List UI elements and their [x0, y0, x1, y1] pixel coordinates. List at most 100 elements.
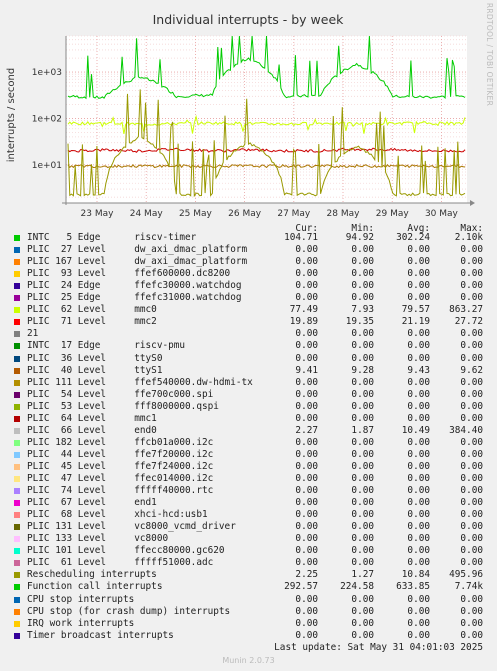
- legend-row: PLIC 61 Level fffff51000.adc 0.00 0.00 0.00…: [0, 557, 497, 569]
- value-min: 0.00: [351, 436, 374, 448]
- value-min: 224.58: [340, 581, 374, 593]
- legend-label: PLIC 93 Level ffef600000.dc8200: [27, 268, 231, 280]
- value-min: 0.00: [351, 460, 374, 472]
- legend-swatch: [14, 295, 20, 302]
- y-axis-label: interrupts / second: [6, 68, 17, 162]
- legend-label: PLIC 61 Level fffff51000.adc: [27, 557, 214, 569]
- value-max: 0.00: [460, 485, 483, 497]
- value-avg: 0.00: [407, 533, 430, 545]
- legend-label: PLIC 67 Level end1: [27, 497, 157, 509]
- legend-row: PLIC 64 Level mmc1 0.00 0.00 0.00 0.00: [0, 413, 497, 425]
- legend-label: PLIC 25 Edge ffefc31000.watchdog: [27, 292, 242, 304]
- value-min: 0.00: [351, 400, 374, 412]
- legend-row: 21 0.00 0.00 0.00 0.00: [0, 328, 497, 340]
- value-cur: 0.00: [295, 545, 318, 557]
- value-avg: 0.00: [407, 448, 430, 460]
- value-max: 9.62: [460, 364, 483, 376]
- value-cur: 0.00: [295, 376, 318, 388]
- value-cur: 0.00: [295, 412, 318, 424]
- value-cur: 0.00: [295, 605, 318, 617]
- value-max: 0.00: [460, 352, 483, 364]
- legend-label: Rescheduling interrupts: [27, 569, 157, 581]
- legend-row: Timer broadcast interrupts 0.00 0.00 0.00 0.…: [0, 630, 497, 642]
- legend-row: PLIC 167 Level dw_axi_dmac_platform 0.00 0…: [0, 256, 497, 268]
- value-cur: 104.71: [284, 232, 318, 243]
- value-max: 0.00: [460, 629, 483, 641]
- value-max: 0.00: [460, 460, 483, 472]
- value-avg: 0.00: [407, 509, 430, 521]
- legend-label: PLIC 167 Level dw_axi_dmac_platform: [27, 256, 248, 268]
- value-min: 0.00: [351, 629, 374, 641]
- value-avg: 0.00: [407, 460, 430, 472]
- value-cur: 0.00: [295, 448, 318, 460]
- legend-swatch: [14, 548, 20, 555]
- legend-row: PLIC 27 Level dw_axi_dmac_platform 0.00 0.…: [0, 244, 497, 256]
- legend-row: PLIC 101 Level ffecc80000.gc620 0.00 0.00 0…: [0, 545, 497, 557]
- value-max: 863.27: [449, 304, 483, 316]
- legend-row: INTC 17 Edge riscv-pmu 0.00 0.00 0.00 0.00: [0, 340, 497, 352]
- legend-label: PLIC 62 Level mmc0: [27, 304, 157, 316]
- value-avg: 0.00: [407, 557, 430, 569]
- value-cur: 0.00: [295, 533, 318, 545]
- legend-row: PLIC 40 Level ttyS1 9.41 9.28 9.43 9.62: [0, 365, 497, 377]
- value-max: 0.00: [460, 340, 483, 352]
- legend-swatch: [14, 283, 20, 290]
- value-max: 0.00: [460, 509, 483, 521]
- legend-row: INTC 5 Edge riscv-timer 104.71 94.92 302.24…: [0, 232, 497, 244]
- legend-row: PLIC 44 Level ffe7f20000.i2c 0.00 0.00 0.00…: [0, 449, 497, 461]
- value-avg: 0.00: [407, 328, 430, 340]
- munin-version: Munin 2.0.73: [222, 656, 275, 665]
- value-min: 19.35: [345, 316, 374, 328]
- value-cur: 0.00: [295, 509, 318, 521]
- value-max: 0.00: [460, 557, 483, 569]
- value-max: 0.00: [460, 400, 483, 412]
- legend-swatch: [14, 331, 20, 338]
- value-avg: 10.84: [401, 569, 430, 581]
- value-max: 0.00: [460, 412, 483, 424]
- value-avg: 0.00: [407, 473, 430, 484]
- value-avg: 21.19: [401, 316, 430, 328]
- legend-swatch: [14, 415, 20, 422]
- legend-label: PLIC 24 Edge ffefc30000.watchdog: [27, 280, 242, 292]
- rrdtool-credit: RRDTOOL / TOBI OETIKER: [484, 2, 494, 107]
- legend-label: PLIC 66 Level end0: [27, 424, 157, 436]
- legend-row: CPU stop interrupts 0.00 0.00 0.00 0.00: [0, 594, 497, 606]
- legend-swatch: [14, 235, 20, 241]
- value-avg: 0.00: [407, 497, 430, 509]
- value-avg: 0.00: [407, 617, 430, 629]
- value-max: 0.00: [460, 268, 483, 280]
- value-cur: 0.00: [295, 473, 318, 484]
- legend-row: PLIC 54 Level ffe700c000.spi 0.00 0.00 0.00…: [0, 389, 497, 401]
- value-avg: 0.00: [407, 352, 430, 364]
- value-max: 0.00: [460, 280, 483, 292]
- value-min: 0.00: [351, 292, 374, 304]
- value-avg: 0.00: [407, 376, 430, 388]
- value-max: 0.00: [460, 521, 483, 533]
- y-tick-label: 1e+03: [32, 68, 62, 78]
- legend-label: PLIC 68 Level xhci-hcd:usb1: [27, 509, 208, 521]
- legend-label: PLIC 45 Level ffe7f24000.i2c: [27, 460, 214, 472]
- x-tick-label: 28 May: [327, 209, 361, 219]
- legend-swatch: [14, 572, 20, 579]
- value-avg: 0.00: [407, 244, 430, 256]
- legend-label: Timer broadcast interrupts: [27, 629, 174, 641]
- value-min: 0.00: [351, 352, 374, 364]
- value-min: 0.00: [351, 448, 374, 460]
- legend-row: PLIC 71 Level mmc2 19.89 19.35 21.19 27.72: [0, 316, 497, 328]
- legend-swatch: [14, 259, 20, 266]
- value-min: 9.28: [351, 364, 374, 376]
- value-max: 0.00: [460, 617, 483, 629]
- legend-row: IRQ work interrupts 0.00 0.00 0.00 0.00: [0, 618, 497, 630]
- value-avg: 0.00: [407, 629, 430, 641]
- legend-label: INTC 5 Edge riscv-timer: [27, 232, 197, 243]
- value-min: 0.00: [351, 256, 374, 268]
- value-cur: 0.00: [295, 497, 318, 509]
- legend-label: PLIC 27 Level dw_axi_dmac_platform: [27, 244, 248, 256]
- legend-swatch: [14, 476, 20, 482]
- legend-row: PLIC 24 Edge ffefc30000.watchdog 0.00 0.00…: [0, 280, 497, 292]
- value-min: 0.00: [351, 244, 374, 256]
- value-min: 0.00: [351, 617, 374, 629]
- legend-label: PLIC 40 Level ttyS1: [27, 364, 163, 376]
- value-min: 0.00: [351, 557, 374, 569]
- value-avg: 302.24: [396, 232, 430, 243]
